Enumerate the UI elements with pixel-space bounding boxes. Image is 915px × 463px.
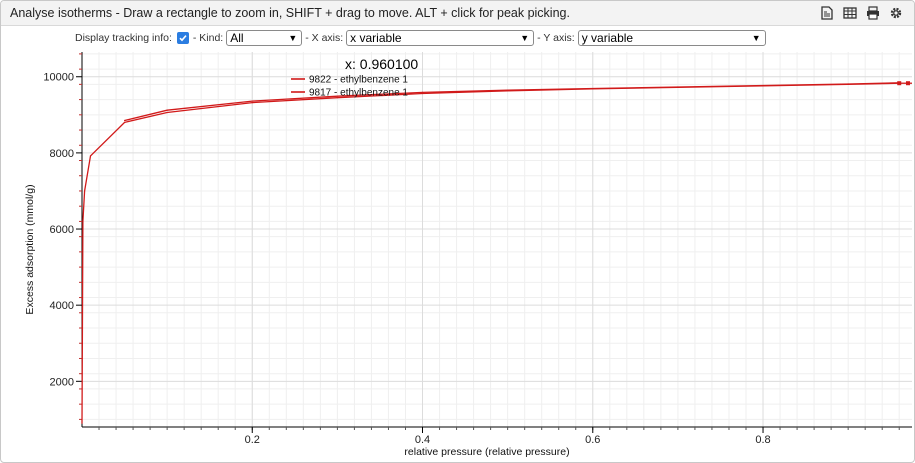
isotherm-chart[interactable]: 0.2 0.4 0.6 0.8 2000 4000 6000 8000 10000 relativ… xyxy=(0,0,915,463)
data-point[interactable] xyxy=(762,84,764,87)
data-point[interactable] xyxy=(421,91,424,93)
data-point[interactable] xyxy=(251,102,253,104)
data-point[interactable] xyxy=(81,422,83,424)
data-point[interactable] xyxy=(677,86,679,88)
y-tick-label: 10000 xyxy=(43,72,74,84)
y-tick-label: 6000 xyxy=(50,224,74,236)
legend-entry[interactable]: 9817 - ethylbenzene 1 xyxy=(309,88,408,99)
data-point[interactable] xyxy=(123,121,126,124)
x-tick-label: 0.2 xyxy=(245,434,260,446)
data-point[interactable] xyxy=(82,220,84,223)
tracking-marker-edge xyxy=(906,81,910,86)
data-point[interactable] xyxy=(507,89,509,91)
data-point[interactable] xyxy=(166,109,168,111)
data-point[interactable] xyxy=(83,190,86,192)
data-point[interactable] xyxy=(592,87,594,90)
data-point[interactable] xyxy=(89,155,92,157)
data-point[interactable] xyxy=(421,92,424,95)
x-tick-label: 0.8 xyxy=(755,434,770,446)
legend-entry[interactable]: 9822 - ethylbenzene 1 xyxy=(309,75,408,86)
data-point[interactable] xyxy=(251,100,253,102)
y-tick-label: 4000 xyxy=(50,300,74,312)
data-point[interactable] xyxy=(847,83,849,85)
x-tick-label: 0.4 xyxy=(415,434,430,446)
y-axis-label: Excess adsorption (mmol/g) xyxy=(24,184,36,314)
y-tick-label: 2000 xyxy=(50,376,74,388)
tracking-x-readout: x: 0.960100 xyxy=(345,56,418,72)
x-tick-label: 0.6 xyxy=(585,434,600,446)
data-point[interactable] xyxy=(123,119,126,122)
data-point[interactable] xyxy=(166,111,168,114)
x-axis-label: relative pressure (relative pressure) xyxy=(404,446,569,458)
y-tick-label: 8000 xyxy=(50,148,74,160)
